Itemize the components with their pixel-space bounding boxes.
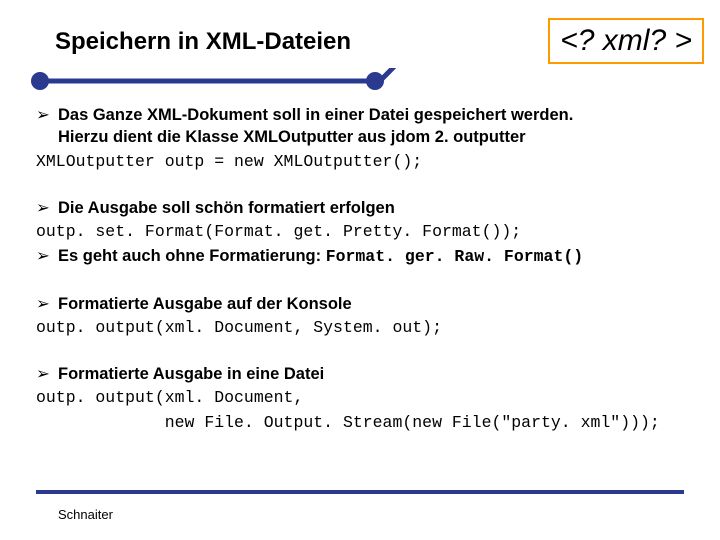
bullet-arrow-icon: ➢ [36, 197, 50, 219]
code-line: XMLOutputter outp = new XMLOutputter(); [36, 151, 686, 173]
bullet-text: Formatierte Ausgabe in eine Datei [58, 365, 324, 383]
bullet-text: Es geht auch ohne Formatierung: [58, 247, 326, 265]
bullet-text: Das Ganze XML-Dokument soll in einer Dat… [58, 106, 573, 124]
slide-header: Speichern in XML-Dateien <? xml? > [0, 18, 720, 78]
code-line: outp. output(xml. Document, System. out)… [36, 317, 686, 339]
code-line: outp. output(xml. Document, [36, 387, 686, 409]
xml-badge: <? xml? > [548, 18, 704, 64]
bullet-text: Hierzu dient die Klasse XMLOutputter aus… [58, 126, 686, 148]
inline-code: Format. ger. Raw. Format() [326, 247, 583, 266]
bullet-item: ➢ Es geht auch ohne Formatierung: Format… [36, 245, 686, 268]
slide-body: ➢ Das Ganze XML-Dokument soll in einer D… [36, 100, 686, 434]
title-underline-icon [30, 68, 580, 94]
code-line: outp. set. Format(Format. get. Pretty. F… [36, 221, 686, 243]
bullet-item: ➢ Formatierte Ausgabe in eine Datei [36, 363, 686, 385]
footer-author: Schnaiter [58, 507, 113, 522]
bullet-item: ➢ Die Ausgabe soll schön formatiert erfo… [36, 197, 686, 219]
bullet-text: Die Ausgabe soll schön formatiert erfolg… [58, 199, 395, 217]
bullet-arrow-icon: ➢ [36, 245, 50, 267]
bullet-text: Formatierte Ausgabe auf der Konsole [58, 295, 352, 313]
slide: Speichern in XML-Dateien <? xml? > ➢ Das… [0, 0, 720, 540]
bullet-item: ➢ Formatierte Ausgabe auf der Konsole [36, 293, 686, 315]
bullet-arrow-icon: ➢ [36, 104, 50, 126]
bullet-item: ➢ Das Ganze XML-Dokument soll in einer D… [36, 104, 686, 149]
code-line: new File. Output. Stream(new File("party… [36, 412, 686, 434]
bullet-arrow-icon: ➢ [36, 293, 50, 315]
slide-title: Speichern in XML-Dateien [55, 28, 351, 56]
footer-divider [36, 490, 684, 494]
bullet-arrow-icon: ➢ [36, 363, 50, 385]
